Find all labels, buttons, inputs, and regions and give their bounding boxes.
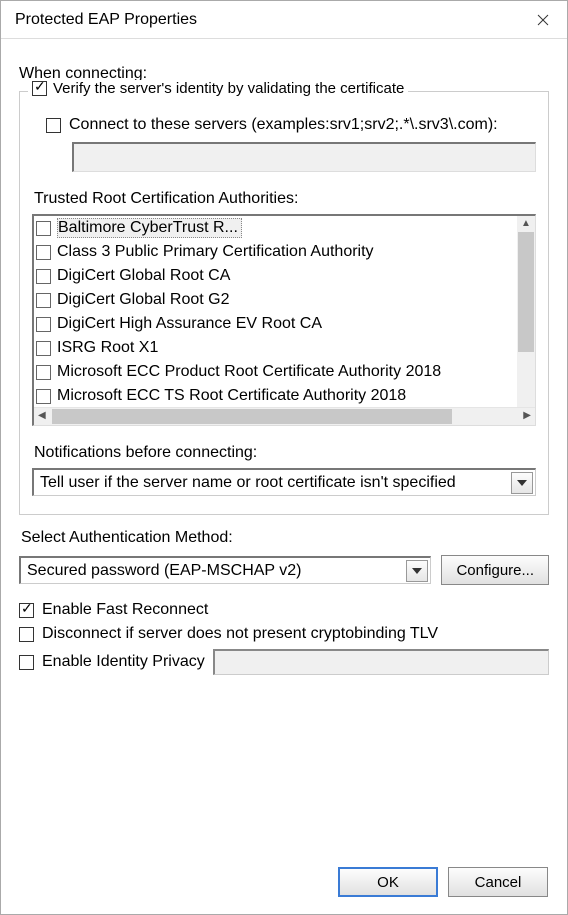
list-item-checkbox[interactable] — [36, 221, 51, 236]
list-item-label: ISRG Root X1 — [57, 339, 158, 357]
cancel-button[interactable]: Cancel — [448, 867, 548, 897]
list-item[interactable]: Class 3 Public Primary Certification Aut… — [36, 240, 517, 264]
list-item[interactable]: DigiCert Global Root CA — [36, 264, 517, 288]
list-item[interactable]: ISRG Root X1 — [36, 336, 517, 360]
auth-method-value: Secured password (EAP-MSCHAP v2) — [27, 562, 301, 580]
identity-privacy-label: Enable Identity Privacy — [42, 653, 205, 671]
list-item-label: Microsoft ECC TS Root Certificate Author… — [57, 387, 406, 405]
verify-identity-checkbox[interactable] — [32, 81, 47, 96]
scroll-right-icon: ▶ — [523, 410, 531, 421]
list-item[interactable]: Baltimore CyberTrust R... — [36, 216, 517, 240]
vertical-scrollbar[interactable]: ▲ — [517, 216, 535, 407]
fast-reconnect-checkbox[interactable] — [19, 603, 34, 618]
auth-method-label: Select Authentication Method: — [21, 529, 549, 547]
configure-button[interactable]: Configure... — [441, 555, 549, 585]
auth-method-combo[interactable]: Secured password (EAP-MSCHAP v2) — [19, 556, 431, 584]
list-item-checkbox[interactable] — [36, 365, 51, 380]
title-bar: Protected EAP Properties — [1, 1, 567, 39]
connect-servers-label: Connect to these servers (examples:srv1;… — [69, 116, 498, 134]
list-item[interactable]: DigiCert High Assurance EV Root CA — [36, 312, 517, 336]
connect-servers-checkbox[interactable] — [46, 118, 61, 133]
list-item[interactable]: DigiCert Global Root G2 — [36, 288, 517, 312]
verify-identity-label: Verify the server's identity by validati… — [53, 80, 404, 97]
trusted-roots-label: Trusted Root Certification Authorities: — [34, 190, 536, 208]
horizontal-scroll-thumb[interactable] — [52, 409, 452, 424]
close-icon — [537, 14, 549, 26]
connect-servers-input[interactable] — [72, 142, 536, 172]
horizontal-scrollbar[interactable]: ◀ ▶ — [34, 407, 535, 425]
list-item-label: DigiCert Global Root CA — [57, 267, 230, 285]
list-item-checkbox[interactable] — [36, 341, 51, 356]
list-item-label: Microsoft ECC Product Root Certificate A… — [57, 363, 441, 381]
list-item-label: DigiCert High Assurance EV Root CA — [57, 315, 322, 333]
combo-dropdown-button[interactable] — [511, 472, 533, 494]
vertical-scroll-thumb[interactable] — [518, 232, 534, 352]
list-item-checkbox[interactable] — [36, 389, 51, 404]
list-item-label: DigiCert Global Root G2 — [57, 291, 230, 309]
identity-privacy-input[interactable] — [213, 649, 549, 675]
notifications-combo[interactable]: Tell user if the server name or root cer… — [32, 468, 536, 496]
list-item-checkbox[interactable] — [36, 245, 51, 260]
scroll-up-icon: ▲ — [517, 218, 535, 229]
list-item-checkbox[interactable] — [36, 293, 51, 308]
combo-dropdown-button[interactable] — [406, 560, 428, 582]
chevron-down-icon — [412, 568, 422, 574]
list-item-label: Class 3 Public Primary Certification Aut… — [57, 243, 374, 261]
list-item-label: Baltimore CyberTrust R... — [57, 218, 242, 238]
notifications-value: Tell user if the server name or root cer… — [40, 474, 456, 492]
cryptobinding-label: Disconnect if server does not present cr… — [42, 625, 438, 643]
fast-reconnect-label: Enable Fast Reconnect — [42, 601, 208, 619]
cryptobinding-checkbox[interactable] — [19, 627, 34, 642]
dialog-footer: OK Cancel — [338, 867, 548, 897]
notifications-label: Notifications before connecting: — [34, 444, 536, 462]
ok-button[interactable]: OK — [338, 867, 438, 897]
list-item[interactable]: Microsoft ECC Product Root Certificate A… — [36, 360, 517, 384]
close-button[interactable] — [519, 1, 567, 39]
identity-privacy-checkbox[interactable] — [19, 655, 34, 670]
chevron-down-icon — [517, 480, 527, 486]
list-item-checkbox[interactable] — [36, 269, 51, 284]
window-title: Protected EAP Properties — [15, 11, 197, 29]
list-item[interactable]: Microsoft ECC TS Root Certificate Author… — [36, 384, 517, 407]
list-item-checkbox[interactable] — [36, 317, 51, 332]
trusted-roots-listbox[interactable]: Baltimore CyberTrust R... Class 3 Public … — [32, 214, 536, 426]
scroll-left-icon: ◀ — [38, 410, 46, 421]
verify-identity-group: Verify the server's identity by validati… — [19, 91, 549, 515]
